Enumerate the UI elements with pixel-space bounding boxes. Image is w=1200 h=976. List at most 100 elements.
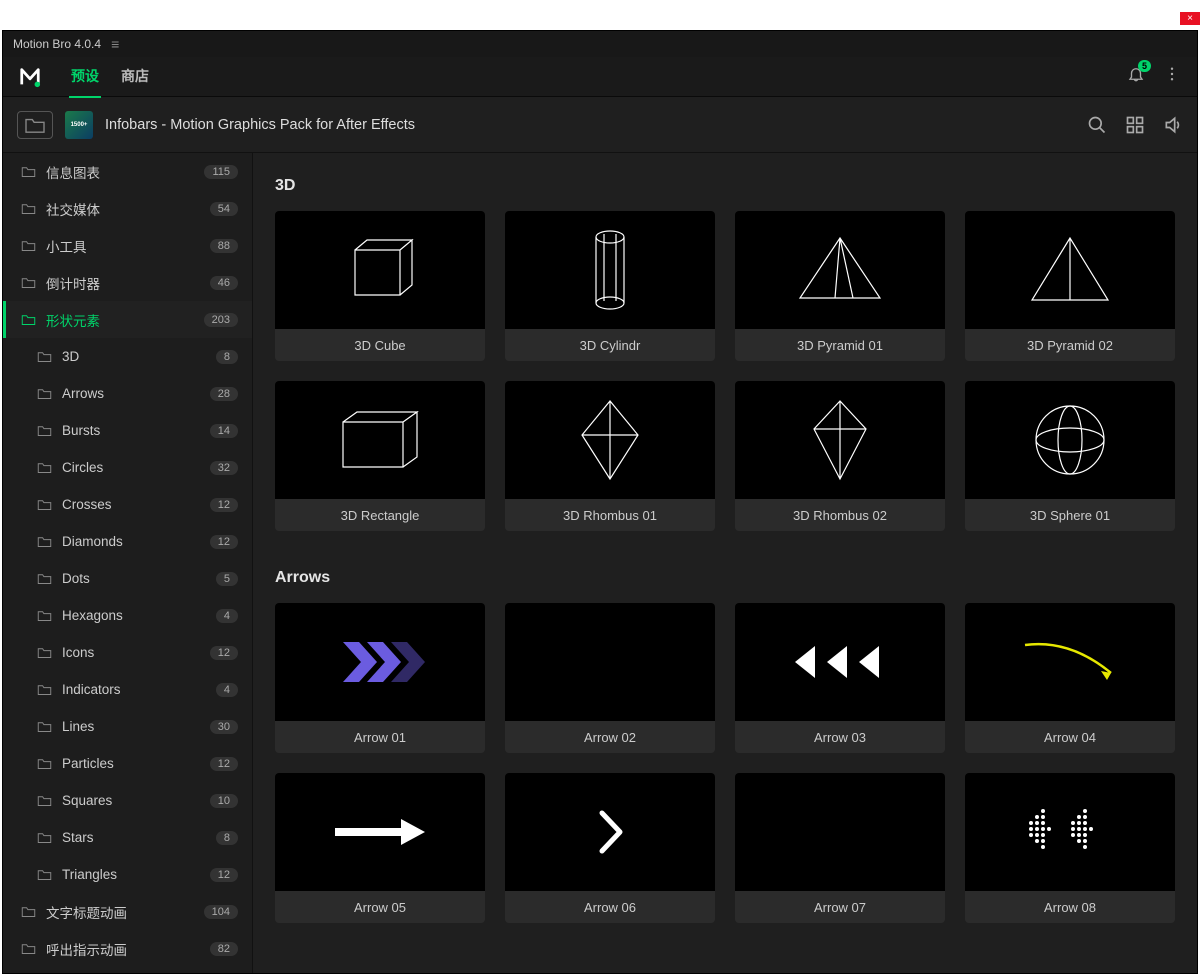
sidebar-item-count: 5 (216, 572, 238, 586)
sidebar-item-5[interactable]: 3D8 (3, 338, 252, 375)
sidebar-item-14[interactable]: Indicators 4 (3, 671, 252, 708)
preset-preview (735, 211, 945, 329)
top-nav: 预设商店 5 (3, 57, 1197, 97)
preset-preview (505, 603, 715, 721)
preset-label: Arrow 02 (505, 721, 715, 753)
preset-label: 3D Sphere 01 (965, 499, 1175, 531)
breadcrumb-bar: 1500+ Infobars - Motion Graphics Pack fo… (3, 97, 1197, 153)
sidebar-item-label: Crosses (62, 497, 200, 512)
preset-label: 3D Rhombus 02 (735, 499, 945, 531)
sidebar-item-19[interactable]: Triangles12 (3, 856, 252, 893)
preset-card[interactable]: Arrow 03 (735, 603, 945, 753)
preset-label: Arrow 04 (965, 721, 1175, 753)
app-logo (19, 66, 41, 88)
sidebar-item-count: 4 (216, 683, 238, 697)
preset-card[interactable]: 3D Rhombus 01 (505, 381, 715, 531)
sidebar-item-label: 文字标题动画 (46, 902, 194, 922)
preset-card[interactable]: Arrow 02 (505, 603, 715, 753)
app-window: Motion Bro 4.0.4 ≡ 预设商店 5 1500+ Infobars… (2, 30, 1198, 974)
more-menu-button[interactable] (1163, 65, 1181, 88)
sidebar-item-17[interactable]: Squares10 (3, 782, 252, 819)
section-title: Arrows (275, 569, 1175, 587)
grid-view-icon[interactable] (1125, 115, 1145, 135)
preset-preview (735, 603, 945, 721)
preset-card[interactable]: 3D Rhombus 02 (735, 381, 945, 531)
sidebar-item-count: 28 (210, 387, 238, 401)
nav-tab-0[interactable]: 预设 (69, 56, 101, 98)
hamburger-icon[interactable]: ≡ (111, 36, 119, 52)
sidebar-item-6[interactable]: Arrows28 (3, 375, 252, 412)
preset-card[interactable]: Arrow 04 (965, 603, 1175, 753)
preset-preview (735, 773, 945, 891)
sidebar-item-label: 呼出指示动画 (46, 939, 200, 959)
sidebar-item-label: 形状元素 (46, 310, 194, 330)
sidebar-item-label: Hexagons (62, 608, 206, 623)
sidebar-item-21[interactable]: 呼出指示动画 82 (3, 930, 252, 967)
nav-tab-1[interactable]: 商店 (119, 56, 151, 98)
preset-label: 3D Pyramid 02 (965, 329, 1175, 361)
preset-card[interactable]: 3D Rectangle (275, 381, 485, 531)
preset-preview (735, 381, 945, 499)
sidebar-item-label: Particles (62, 756, 200, 771)
preset-preview (275, 381, 485, 499)
preset-preview (965, 603, 1175, 721)
sidebar-item-0[interactable]: 信息图表115 (3, 153, 252, 190)
notifications-button[interactable]: 5 (1127, 65, 1145, 88)
preset-card[interactable]: Arrow 07 (735, 773, 945, 923)
sidebar-item-1[interactable]: 社交媒体54 (3, 190, 252, 227)
sidebar-item-3[interactable]: 倒计时器46 (3, 264, 252, 301)
content-area: 3D 3D Cube3D Cylindr3D Pyramid 01 3D Pyram… (253, 153, 1197, 973)
section-title: 3D (275, 177, 1175, 195)
preset-card[interactable]: 3D Pyramid 01 (735, 211, 945, 361)
sidebar-item-count: 14 (210, 424, 238, 438)
sidebar-item-label: Bursts (62, 423, 200, 438)
preset-label: Arrow 01 (275, 721, 485, 753)
sidebar-item-count: 82 (210, 942, 238, 956)
sidebar-item-count: 4 (216, 609, 238, 623)
sidebar-item-2[interactable]: 小工具88 (3, 227, 252, 264)
preset-grid: Arrow 01 Arrow 02 Arrow 03 Arrow 04 Arrow 05… (275, 603, 1175, 923)
pack-thumbnail[interactable]: 1500+ (65, 111, 93, 139)
folder-up-button[interactable] (17, 111, 53, 139)
preset-card[interactable]: Arrow 01 (275, 603, 485, 753)
window-close-button[interactable]: × (1180, 12, 1200, 25)
sound-icon[interactable] (1163, 115, 1183, 135)
sidebar-item-9[interactable]: Crosses12 (3, 486, 252, 523)
preset-card[interactable]: 3D Cylindr (505, 211, 715, 361)
sidebar-item-16[interactable]: Particles12 (3, 745, 252, 782)
sidebar-item-8[interactable]: Circles32 (3, 449, 252, 486)
sidebar-item-11[interactable]: Dots 5 (3, 560, 252, 597)
sidebar-item-15[interactable]: Lines30 (3, 708, 252, 745)
preset-card[interactable]: Arrow 06 (505, 773, 715, 923)
sidebar-item-10[interactable]: Diamonds12 (3, 523, 252, 560)
preset-label: Arrow 08 (965, 891, 1175, 923)
preset-preview (965, 773, 1175, 891)
sidebar-item-label: Squares (62, 793, 200, 808)
preset-preview (965, 381, 1175, 499)
sidebar-item-label: 3D (62, 349, 206, 364)
preset-card[interactable]: Arrow 05 (275, 773, 485, 923)
sidebar-item-label: Indicators (62, 682, 206, 697)
sidebar-item-13[interactable]: Icons12 (3, 634, 252, 671)
preset-card[interactable]: 3D Pyramid 02 (965, 211, 1175, 361)
sidebar-item-label: Stars (62, 830, 206, 845)
preset-preview (275, 603, 485, 721)
sidebar-item-label: Dots (62, 571, 206, 586)
sidebar-item-label: 信息图表 (46, 162, 194, 182)
preset-card[interactable]: 3D Sphere 01 (965, 381, 1175, 531)
app-title: Motion Bro 4.0.4 (13, 37, 101, 51)
preset-preview (275, 211, 485, 329)
sidebar-item-4[interactable]: 形状元素203 (3, 301, 252, 338)
sidebar-item-count: 88 (210, 239, 238, 253)
sidebar-item-7[interactable]: Bursts 14 (3, 412, 252, 449)
preset-card[interactable]: Arrow 08 (965, 773, 1175, 923)
sidebar-item-18[interactable]: Stars8 (3, 819, 252, 856)
search-icon[interactable] (1087, 115, 1107, 135)
preset-card[interactable]: 3D Cube (275, 211, 485, 361)
sidebar-item-22[interactable]: 电子设备55 (3, 967, 252, 973)
sidebar-item-count: 12 (210, 646, 238, 660)
sidebar-item-12[interactable]: Hexagons 4 (3, 597, 252, 634)
preset-label: Arrow 07 (735, 891, 945, 923)
sidebar-item-20[interactable]: 文字标题动画104 (3, 893, 252, 930)
preset-preview (965, 211, 1175, 329)
